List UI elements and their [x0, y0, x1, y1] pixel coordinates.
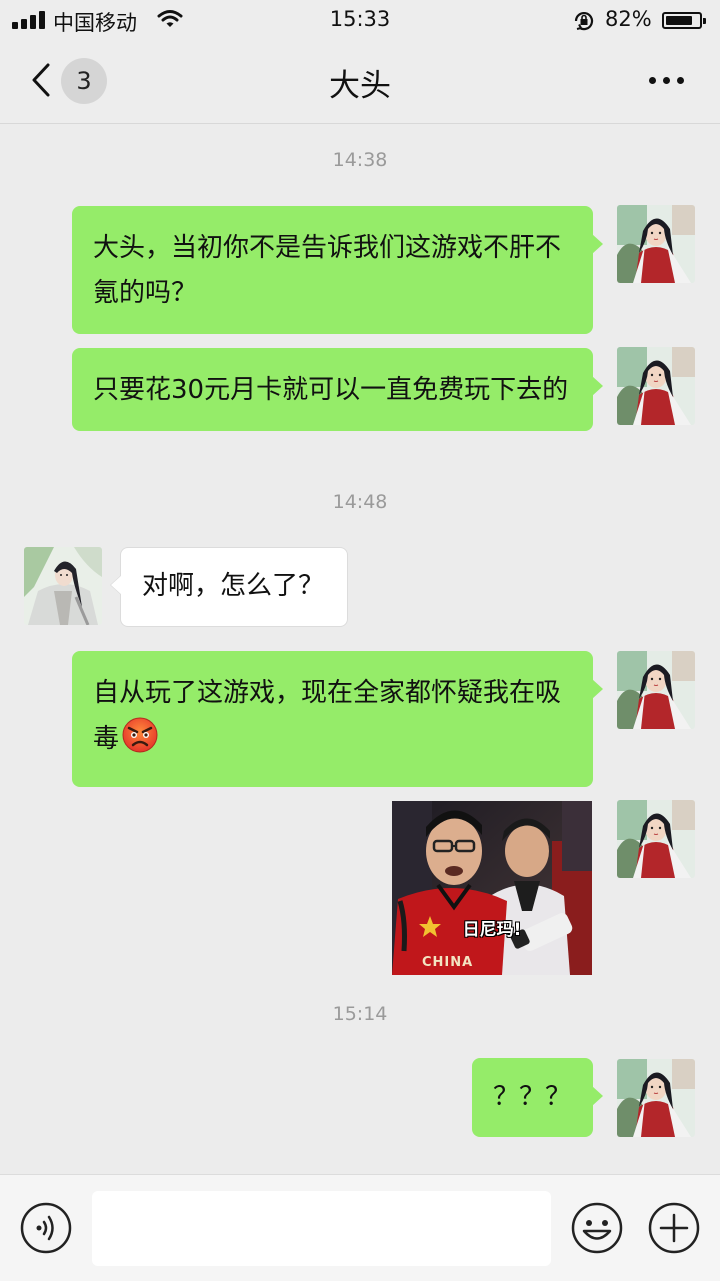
message-text: 大头，当初你不是告诉我们这游戏不肝不氪的吗？: [93, 233, 562, 308]
chat-header: 3 大头: [0, 40, 720, 124]
battery-percentage: 82%: [605, 7, 652, 31]
message-list[interactable]: 14:38 大头，当初你不是告诉我们这游戏不肝不氪的吗？ 只要花30元月卡就可以…: [0, 125, 720, 1174]
shirt-text: CHINA: [422, 955, 474, 970]
angry-face-icon: [121, 716, 159, 769]
contact-message-bubble[interactable]: 对啊，怎么了？: [110, 547, 348, 627]
my-avatar[interactable]: [617, 205, 695, 283]
my-avatar[interactable]: [617, 1059, 695, 1137]
battery-icon: [662, 12, 706, 29]
my-message-bubble[interactable]: 只要花30元月卡就可以一直免费玩下去的: [72, 348, 603, 431]
rotation-lock-icon: [572, 9, 596, 33]
message-text: 自从玩了这游戏，现在全家都怀疑我在吸毒: [93, 678, 562, 754]
plus-icon[interactable]: [648, 1202, 700, 1254]
message-input[interactable]: [92, 1191, 551, 1266]
meme-image: [392, 801, 592, 975]
my-avatar[interactable]: [617, 347, 695, 425]
timestamp: 15:14: [332, 1003, 388, 1025]
voice-icon[interactable]: [20, 1202, 72, 1254]
more-icon[interactable]: [643, 70, 689, 90]
status-bar: 中国移动 15:33 82%: [0, 0, 720, 40]
image-caption: 日尼玛!: [462, 920, 522, 940]
message-text: 对啊，怎么了？: [142, 571, 325, 601]
timestamp: 14:48: [332, 491, 388, 513]
timestamp: 14:38: [332, 149, 388, 171]
input-bar: [0, 1174, 720, 1281]
my-message-bubble[interactable]: 自从玩了这游戏，现在全家都怀疑我在吸毒: [72, 651, 603, 787]
contact-avatar[interactable]: [24, 547, 102, 625]
message-text: ？？？: [493, 1082, 572, 1112]
image-message[interactable]: 日尼玛! CHINA: [392, 801, 592, 975]
my-message-bubble[interactable]: ？？？: [472, 1058, 603, 1137]
chat-title: 大头: [329, 68, 391, 104]
message-text: 只要花30元月卡就可以一直免费玩下去的: [93, 375, 569, 405]
my-avatar[interactable]: [617, 800, 695, 878]
emoji-icon[interactable]: [571, 1202, 623, 1254]
my-avatar[interactable]: [617, 651, 695, 729]
my-message-bubble[interactable]: 大头，当初你不是告诉我们这游戏不肝不氪的吗？: [72, 206, 603, 334]
